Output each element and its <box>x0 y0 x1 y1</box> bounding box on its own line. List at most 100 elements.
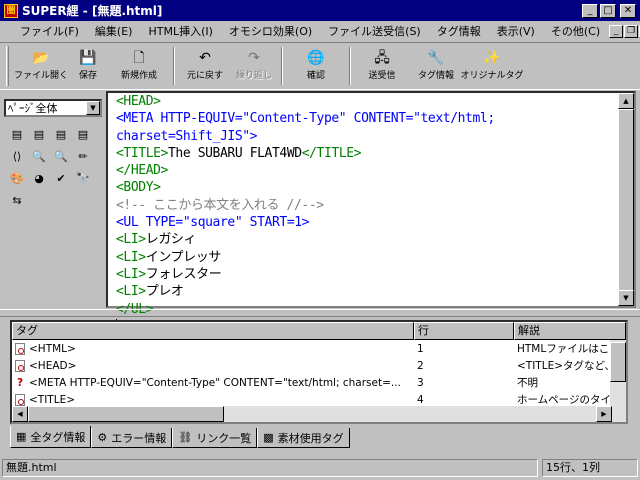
menu-item-0[interactable]: ファイル(F) <box>12 23 87 39</box>
doc-c-icon[interactable]: ▤ <box>50 125 72 145</box>
toolbar-grip[interactable] <box>6 46 9 86</box>
menu-item-5[interactable]: タグ情報 <box>429 23 489 39</box>
html-editor[interactable]: <HEAD> <META HTTP-EQUIV="Content-Type" CO… <box>106 91 636 333</box>
description-cell: 不明 <box>517 377 538 389</box>
close-button[interactable]: ✕ <box>620 3 636 18</box>
tag-text: <HTML> <box>29 342 76 355</box>
document-icon <box>15 359 25 372</box>
doc-icon[interactable]: ▤ <box>6 125 28 145</box>
table-row[interactable]: <HTML> 1 HTMLファイルはこの <box>12 340 626 357</box>
scroll-down-icon[interactable]: ▼ <box>618 290 634 306</box>
tag-cell: <HTML> <box>12 342 414 355</box>
code-line: <!-- ここから本文を入れる //--> <box>116 197 616 214</box>
line-cell: 3 <box>417 376 424 389</box>
zoom-out-icon[interactable]: 🔍 <box>50 147 72 167</box>
scope-select-value: ﾍﾟｰｼﾞ全体 <box>8 102 58 115</box>
color-all-icon[interactable]: 🎨 <box>6 169 28 189</box>
app-icon[interactable]: 圏 <box>4 3 18 18</box>
toolbar-button-8[interactable]: ✨ オリジナルタグ <box>461 43 524 89</box>
toolbar-button-label: 新規作成 <box>120 71 157 81</box>
code-line: <HEAD> <box>116 93 616 110</box>
binoculars-icon[interactable]: 🔭 <box>72 169 94 189</box>
tab-2[interactable]: ⛓ リンク一覧 <box>172 428 258 448</box>
toolbar-button-2[interactable]: 🗋 新規作成 <box>109 43 169 89</box>
scroll-up-icon[interactable]: ▲ <box>618 93 634 109</box>
tag-list-header: タグ 行 解説 <box>12 322 626 340</box>
tag-list[interactable]: タグ 行 解説 <HTML> 1 HTMLファイルはこの <HEAD> 2 <TITLE>… <box>10 320 628 424</box>
toolbar: 📂 ファイル開く 💾 保存 🗋 新規作成 ↶ 元に戻す ↷ 繰り返し 🌐 確認 🖧 送受信 🔧 タグ情報 ✨ オリ… <box>0 42 640 90</box>
save-disk-icon: 💾 <box>79 50 97 66</box>
doc-restore-button[interactable]: ❐ <box>624 24 639 38</box>
line-cell: 1 <box>417 342 424 355</box>
maximize-button[interactable]: □ <box>600 3 616 18</box>
check-icon[interactable]: ✔ <box>50 169 72 189</box>
toolbar-button-3[interactable]: ↶ 元に戻す <box>179 43 231 89</box>
code-line: charset=Shift_JIS"> <box>116 128 616 145</box>
menu-item-3[interactable]: オモシロ効果(O) <box>221 23 320 39</box>
column-description[interactable]: 解説 <box>514 322 626 340</box>
tab-label: 素材使用タグ <box>277 431 344 445</box>
code-token-txt: インプレッサ <box>145 249 222 265</box>
toolbar-button-7[interactable]: 🔧 タグ情報 <box>409 43 463 89</box>
column-line[interactable]: 行 <box>414 322 514 340</box>
code-line: <LI>レガシィ <box>116 231 616 248</box>
toolbar-button-label: 元に戻す <box>186 71 223 81</box>
scroll-right-icon[interactable]: ▶ <box>596 406 612 422</box>
undo-icon: ↶ <box>199 50 211 66</box>
doc-b-icon[interactable]: ▤ <box>28 125 50 145</box>
toolbar-separator <box>281 47 283 85</box>
toolbar-button-1[interactable]: 💾 保存 <box>67 43 109 89</box>
code-token-tag: </TITLE> <box>301 145 362 161</box>
column-tag[interactable]: タグ <box>12 322 414 340</box>
menu-item-7[interactable]: その他(C) <box>543 23 608 39</box>
pane-splitter[interactable] <box>0 309 640 317</box>
zoom-in-icon[interactable]: 🔍 <box>28 147 50 167</box>
scroll-left-icon[interactable]: ◀ <box>12 406 28 422</box>
scope-select[interactable]: ﾍﾟｰｼﾞ全体 ▼ <box>4 99 102 117</box>
document-icon <box>15 393 25 406</box>
toolbar-button-5[interactable]: 🌐 確認 <box>287 43 345 89</box>
editor-vertical-scrollbar[interactable]: ▲ ▼ <box>618 93 634 306</box>
toolbar-button-6[interactable]: 🖧 送受信 <box>355 43 409 89</box>
list-horizontal-scrollbar[interactable]: ◀ ▶ <box>12 406 612 422</box>
doc-d-icon[interactable]: ▤ <box>72 125 94 145</box>
menu-item-2[interactable]: HTML挿入(I) <box>140 23 220 39</box>
list-scroll-thumb[interactable] <box>610 342 626 382</box>
toolbar-button-0[interactable]: 📂 ファイル開く <box>14 43 68 89</box>
convert-icon[interactable]: ⇆ <box>6 191 28 211</box>
menu-item-6[interactable]: 表示(V) <box>489 23 543 39</box>
original-tag-icon: ✨ <box>483 50 501 66</box>
tab-1[interactable]: ⚙ エラー情報 <box>91 428 173 448</box>
code-token-tag: <LI> <box>116 284 146 300</box>
new-file-icon: 🗋 <box>133 50 145 66</box>
line-cell: 2 <box>417 359 424 372</box>
left-tool-panel: ﾍﾟｰｼﾞ全体 ▼ ▤ ▤ ▤ ▤ ⟨⟩ 🔍 🔍 ✏ 🎨 ◕ ✔ 🔭 ⇆ <box>0 91 106 309</box>
toolbar-button-label: 保存 <box>78 71 97 81</box>
tab-3[interactable]: ▩ 素材使用タグ <box>257 428 350 448</box>
code-token-tag: <HEAD> <box>116 94 161 109</box>
list-hscroll-thumb[interactable] <box>28 406 224 422</box>
tab-label: エラー情報 <box>111 431 167 445</box>
doc-minimize-button[interactable]: _ <box>609 24 624 38</box>
toolbar-button-4[interactable]: ↷ 繰り返し <box>231 43 277 89</box>
editor-scroll-thumb[interactable] <box>618 109 634 292</box>
minimize-button[interactable]: _ <box>582 3 598 18</box>
table-row[interactable]: ? <META HTTP-EQUIV="Content-Type" CONTENT… <box>12 374 626 391</box>
table-row[interactable]: <HEAD> 2 <TITLE>タグなど、ド <box>12 357 626 374</box>
code-token-tag: <LI> <box>116 266 146 282</box>
status-filename: 無題.html <box>2 459 538 477</box>
toolbar-separator <box>349 47 351 85</box>
code-token-txt: フォレスター <box>145 266 222 282</box>
color-wheel-icon[interactable]: ◕ <box>28 169 50 189</box>
menu-item-4[interactable]: ファイル送受信(S) <box>320 23 429 39</box>
code-area[interactable]: <HEAD> <META HTTP-EQUIV="Content-Type" CO… <box>116 93 616 333</box>
tab-label: 全タグ情報 <box>30 430 86 444</box>
error-info-icon: ⚙ <box>97 431 108 444</box>
tab-0[interactable]: ▦ 全タグ情報 <box>10 426 92 448</box>
menu-item-1[interactable]: 編集(E) <box>87 23 141 39</box>
dropdown-arrow-icon[interactable]: ▼ <box>86 101 100 115</box>
code-line: <LI>フォレスター <box>116 266 616 283</box>
eraser-icon[interactable]: ✏ <box>72 147 94 167</box>
list-vertical-scrollbar[interactable] <box>610 340 626 422</box>
tag-brackets-icon[interactable]: ⟨⟩ <box>6 147 28 167</box>
